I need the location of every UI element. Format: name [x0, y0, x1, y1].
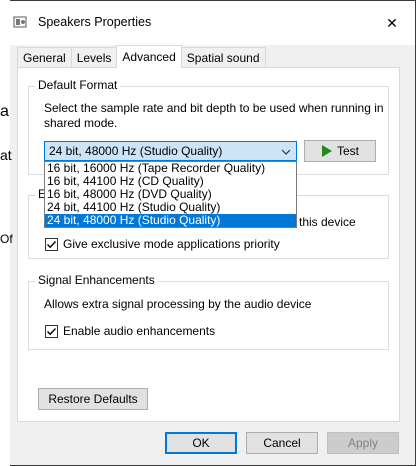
allow-exclusive-label-fragment: this device — [299, 215, 356, 229]
test-button[interactable]: Test — [304, 140, 376, 162]
play-icon — [321, 145, 333, 157]
enhancements-checkbox-row[interactable]: Enable audio enhancements — [45, 324, 215, 338]
close-button[interactable]: ✕ — [377, 11, 407, 35]
enhancements-label: Enable audio enhancements — [63, 324, 216, 338]
signal-enhancements-description: Allows extra signal processing by the au… — [44, 297, 312, 311]
title-bar: Speakers Properties ✕ — [1, 1, 415, 45]
sample-rate-select[interactable]: 24 bit, 48000 Hz (Studio Quality) — [44, 141, 297, 161]
background-text-fragment: at — [0, 147, 12, 163]
signal-enhancements-legend: Signal Enhancements — [35, 273, 158, 287]
chevron-down-icon — [281, 146, 291, 160]
background-text-fragment: Of — [0, 232, 13, 246]
sample-rate-option-highlighted[interactable]: 24 bit, 48000 Hz (Studio Quality) — [45, 214, 296, 227]
advanced-tab-panel: Default Format Select the sample rate an… — [17, 67, 400, 422]
tab-general[interactable]: General — [17, 47, 72, 68]
default-format-description: Select the sample rate and bit depth to … — [44, 101, 384, 130]
speaker-icon — [13, 15, 27, 29]
apply-button[interactable]: Apply — [327, 432, 399, 454]
cancel-button[interactable]: Cancel — [246, 432, 318, 454]
tab-strip: General Levels Advanced Spatial sound — [17, 45, 266, 68]
restore-defaults-button[interactable]: Restore Defaults — [38, 388, 148, 410]
sample-rate-dropdown-list: 16 bit, 16000 Hz (Tape Recorder Quality)… — [44, 161, 297, 228]
test-button-label: Test — [336, 144, 359, 158]
speakers-properties-dialog: Speakers Properties ✕ General Levels Adv… — [0, 0, 416, 466]
close-icon: ✕ — [386, 14, 398, 31]
priority-checkbox[interactable] — [45, 237, 58, 251]
priority-label: Give exclusive mode applications priorit… — [63, 237, 280, 251]
tab-spatial-sound[interactable]: Spatial sound — [180, 47, 266, 68]
background-window-edge: a at Of — [0, 0, 13, 466]
priority-checkbox-row[interactable]: Give exclusive mode applications priorit… — [45, 237, 280, 251]
ok-button[interactable]: OK — [165, 432, 237, 454]
signal-enhancements-group: Signal Enhancements Allows extra signal … — [28, 273, 389, 350]
tab-advanced[interactable]: Advanced — [116, 45, 182, 68]
enhancements-checkbox[interactable] — [45, 324, 58, 338]
tab-levels[interactable]: Levels — [70, 47, 118, 68]
sample-rate-selected-value: 24 bit, 48000 Hz (Studio Quality) — [49, 144, 223, 158]
default-format-legend: Default Format — [35, 78, 121, 92]
window-title: Speakers Properties — [38, 15, 152, 29]
background-text-fragment: a — [0, 103, 9, 120]
